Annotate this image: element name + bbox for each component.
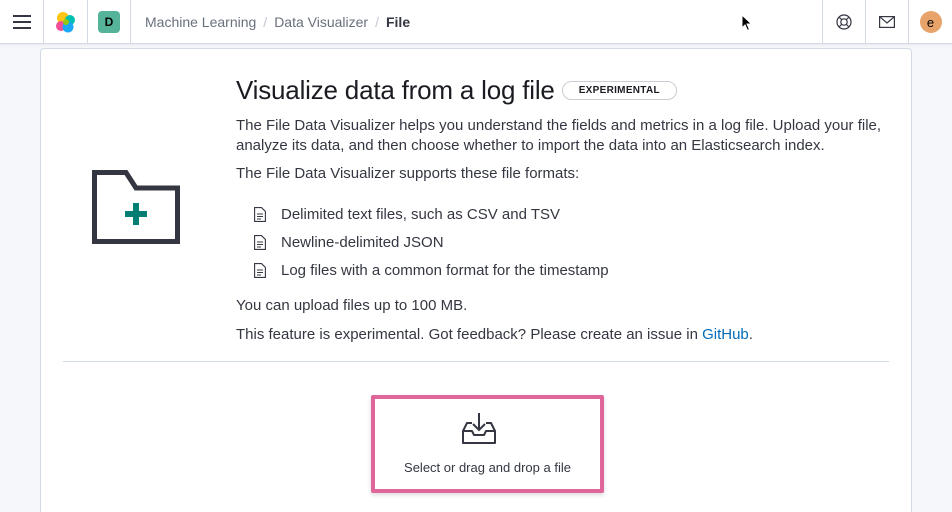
format-label: Log files with a common format for the t…	[281, 261, 609, 279]
formats-list: Delimited text files, such as CSV and TS…	[236, 200, 896, 284]
dropzone-label: Select or drag and drop a file	[404, 460, 571, 475]
experimental-note-text: This feature is experimental. Got feedba…	[236, 326, 703, 343]
experimental-note: This feature is experimental. Got feedba…	[236, 325, 896, 345]
period: .	[748, 326, 753, 343]
experimental-badge: EXPERIMENTAL	[561, 80, 677, 100]
breadcrumb: Machine Learning / Data Visualizer / Fil…	[145, 0, 410, 44]
page-title: Visualize data from a log file	[236, 74, 555, 105]
document-icon	[254, 262, 266, 278]
space-avatar: D	[98, 11, 120, 33]
breadcrumb-separator: /	[263, 14, 268, 30]
document-icon	[254, 234, 266, 250]
file-picker-dropzone[interactable]: Select or drag and drop a file	[371, 395, 604, 493]
help-button[interactable]	[823, 0, 865, 44]
format-label: Newline-delimited JSON	[281, 233, 444, 251]
formats-intro-text: The File Data Visualizer supports these …	[236, 165, 580, 182]
elastic-logo[interactable]	[44, 0, 87, 44]
user-menu-button[interactable]: e	[909, 0, 952, 44]
breadcrumb-data-visualizer[interactable]: Data Visualizer	[274, 14, 368, 30]
newsfeed-button[interactable]	[866, 0, 908, 44]
list-item: Newline-delimited JSON	[236, 228, 896, 256]
file-upload-panel: Visualize data from a log file EXPERIMEN…	[40, 48, 912, 512]
breadcrumb-separator: /	[375, 14, 379, 30]
mail-icon	[879, 16, 895, 28]
list-item: Delimited text files, such as CSV and TS…	[236, 200, 896, 228]
menu-button[interactable]	[0, 0, 43, 44]
download-tray-icon	[462, 413, 496, 444]
description-text: The File Data Visualizer helps you under…	[236, 117, 882, 154]
elastic-logo-icon	[55, 12, 75, 33]
list-item: Log files with a common format for the t…	[236, 256, 896, 284]
hamburger-icon	[12, 15, 31, 29]
breadcrumb-file: File	[385, 14, 411, 30]
top-header: D Machine Learning / Data Visualizer / F…	[0, 0, 952, 44]
size-limit-text: You can upload files up to 100 MB.	[236, 297, 468, 314]
format-label: Delimited text files, such as CSV and TS…	[281, 205, 561, 223]
breadcrumb-machine-learning[interactable]: Machine Learning	[145, 14, 256, 30]
avatar: e	[919, 11, 942, 33]
mouse-cursor-icon	[741, 14, 753, 32]
github-link[interactable]: GitHub	[702, 326, 749, 343]
folder-add-icon	[92, 170, 180, 244]
divider	[63, 361, 889, 362]
space-selector[interactable]: D	[88, 0, 130, 44]
document-icon	[254, 206, 266, 222]
help-lifebuoy-icon	[836, 14, 852, 30]
